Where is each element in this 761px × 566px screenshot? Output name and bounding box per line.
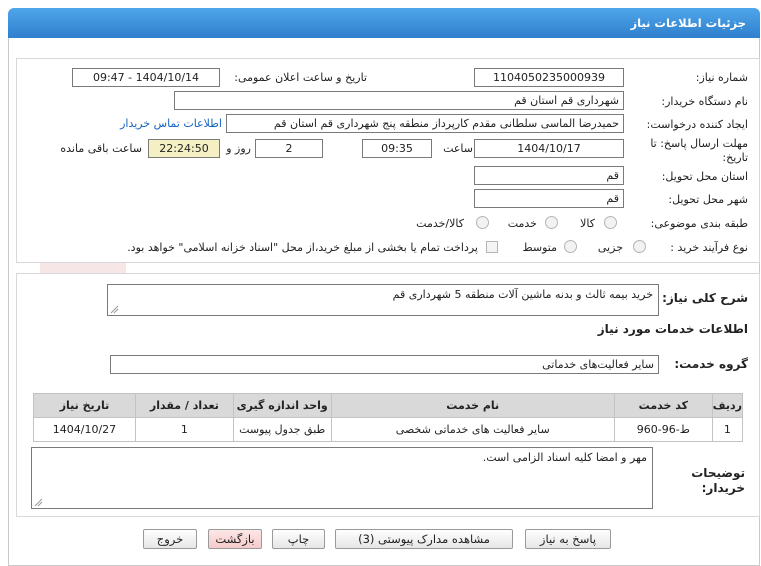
cell-row: 1 <box>711 417 744 442</box>
contact-buyer-link[interactable]: اطلاعات تماس خریدار <box>120 117 222 130</box>
deadline-label: مهلت ارسال پاسخ: تا <box>650 137 748 150</box>
cell-service-code: ط-96-960 <box>613 417 713 442</box>
buyer-notes-label-2: خریدار: <box>701 481 745 495</box>
buyer-notes-text: مهر و امضا کلیه اسناد الزامی است. <box>482 451 647 464</box>
cell-quantity: 1 <box>134 417 234 442</box>
service-group-field[interactable]: سایر فعالیت‌های خدماتی <box>110 355 659 374</box>
col-service-name: نام خدمت <box>330 393 615 418</box>
buyer-notes-label: توضیحات <box>691 466 745 480</box>
description-field[interactable]: خرید بیمه ثالث و بدنه ماشین آلات منطقه 5… <box>107 284 659 316</box>
buyer-label: نام دستگاه خریدار: <box>661 95 748 108</box>
services-table: ردیف کد خدمت نام خدمت واحد اندازه گیری ت… <box>33 393 744 442</box>
info-panel <box>16 58 760 263</box>
deadline-label-2: تاریخ: <box>722 151 748 164</box>
radio-service[interactable] <box>545 216 558 229</box>
creator-label: ایجاد کننده درخواست: <box>646 118 748 131</box>
resize-grip-icon[interactable] <box>110 305 119 314</box>
radio-goods-service[interactable] <box>476 216 489 229</box>
radio-minor[interactable] <box>633 240 646 253</box>
col-service-code: کد خدمت <box>613 393 713 418</box>
province-label: استان محل تحویل: <box>661 170 748 183</box>
back-button[interactable]: بازگشت <box>208 529 262 549</box>
announce-label: تاریخ و ساعت اعلان عمومی: <box>234 71 367 84</box>
creator-field[interactable]: حمیدرضا الماسی سلطانی مقدم کارپرداز منطق… <box>226 114 624 133</box>
buyer-notes-field[interactable]: مهر و امضا کلیه اسناد الزامی است. <box>31 447 653 509</box>
deadline-time-field[interactable]: 09:35 <box>362 139 432 158</box>
page-title-bar: جزئیات اطلاعات نیاز <box>8 8 760 38</box>
description-label: شرح کلی نیاز: <box>662 291 748 305</box>
resize-grip-icon[interactable] <box>34 498 43 507</box>
cell-need-date: 1404/10/27 <box>33 417 136 442</box>
table-header-row: ردیف کد خدمت نام خدمت واحد اندازه گیری ت… <box>33 393 744 418</box>
radio-goods[interactable] <box>604 216 617 229</box>
province-field[interactable]: قم <box>474 166 624 185</box>
col-need-date: تاریخ نیاز <box>33 393 136 418</box>
page-title: جزئیات اطلاعات نیاز <box>630 16 746 30</box>
need-number-field[interactable]: 1104050235000939 <box>474 68 624 87</box>
radio-service-label: خدمت <box>507 217 537 230</box>
radio-goods-service-label: کالا/خدمت <box>416 217 464 230</box>
radio-goods-label: کالا <box>580 217 595 230</box>
radio-medium-label: متوسط <box>522 241 557 254</box>
col-unit: واحد اندازه گیری <box>232 393 332 418</box>
col-row: ردیف <box>711 393 744 418</box>
exit-button[interactable]: خروج <box>143 529 197 549</box>
services-section-title: اطلاعات خدمات مورد نیاز <box>597 322 748 336</box>
radio-minor-label: جزیی <box>597 241 623 254</box>
remaining-label: ساعت باقی مانده <box>60 142 142 155</box>
city-field[interactable]: قم <box>474 189 624 208</box>
remaining-time-field: 22:24:50 <box>148 139 220 158</box>
days-label: روز و <box>226 142 251 155</box>
cell-service-name: سایر فعالیت های خدماتی شخصی <box>330 417 615 442</box>
cell-unit: طبق جدول پیوست <box>232 417 332 442</box>
city-label: شهر محل تحویل: <box>668 193 748 206</box>
payment-note: پرداخت تمام یا بخشی از مبلغ خرید،از محل … <box>127 241 478 254</box>
time-label: ساعت <box>443 142 473 155</box>
need-number-label: شماره نیاز: <box>695 71 748 84</box>
process-label: نوع فرآیند خرید : <box>670 241 748 254</box>
col-quantity: تعداد / مقدار <box>134 393 234 418</box>
announce-field[interactable]: 1404/10/14 - 09:47 <box>72 68 220 87</box>
reply-button[interactable]: پاسخ به نیاز <box>525 529 611 549</box>
days-field[interactable]: 2 <box>255 139 323 158</box>
description-text: خرید بیمه ثالث و بدنه ماشین آلات منطقه 5… <box>392 288 653 301</box>
treasury-checkbox[interactable] <box>486 241 498 253</box>
category-label: طبقه بندی موضوعی: <box>650 217 748 230</box>
radio-medium[interactable] <box>564 240 577 253</box>
table-row[interactable]: 1 ط-96-960 سایر فعالیت های خدماتی شخصی ط… <box>33 417 744 442</box>
service-group-label: گروه خدمت: <box>674 357 748 371</box>
deadline-date-field[interactable]: 1404/10/17 <box>474 139 624 158</box>
buyer-field[interactable]: شهرداری قم استان قم <box>174 91 624 110</box>
print-button[interactable]: چاپ <box>272 529 325 549</box>
view-attachments-button[interactable]: مشاهده مدارک پیوستی (3) <box>335 529 513 549</box>
